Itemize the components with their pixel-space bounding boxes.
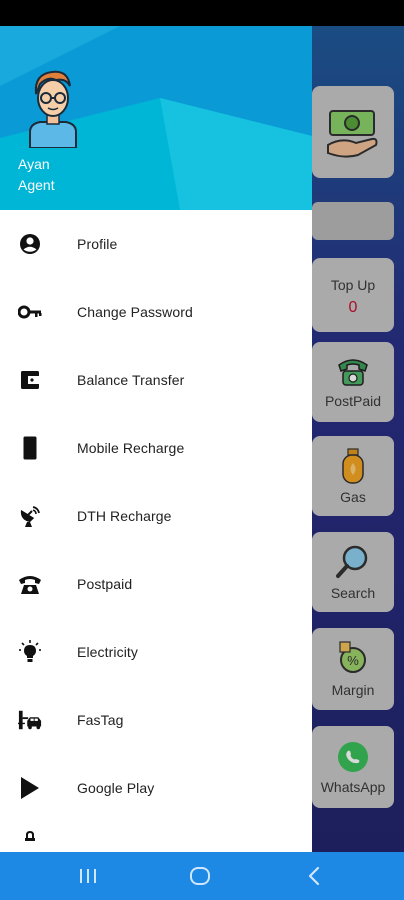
menu-item-dth-recharge[interactable]: DTH Recharge [0,482,312,550]
bg-card-label: Margin [331,682,375,698]
lock-icon [18,824,42,848]
menu-item-postpaid[interactable]: Postpaid [0,550,312,618]
svg-text:%: % [347,653,359,668]
percent-coin-icon: % [339,641,366,673]
bg-card-topup[interactable]: Top Up 0 [312,258,394,332]
menu-item-change-password[interactable]: Change Password [0,278,312,346]
play-icon [18,776,42,800]
bg-card-gas[interactable]: Gas [312,436,394,516]
bg-card-whatsapp[interactable]: WhatsApp [312,726,394,808]
bg-card-money[interactable] [312,86,394,178]
user-role: Agent [18,177,55,193]
recent-apps-icon [80,869,96,883]
drawer-header: Ayan Agent [0,26,312,210]
menu-item-label: Electricity [77,644,138,660]
menu-item-label: FasTag [77,712,124,728]
mobile-phone-icon [18,436,42,460]
wallet-icon [18,368,42,392]
back-icon [308,866,320,886]
bg-card-label: PostPaid [324,393,382,409]
bg-card-postpaid[interactable]: PostPaid [312,342,394,422]
menu-item-label: Postpaid [77,576,133,592]
bg-card-label: Search [330,585,376,601]
whatsapp-icon [338,742,368,772]
telephone-icon [338,359,368,386]
menu-item-label: DTH Recharge [77,508,172,524]
home-icon [190,867,210,885]
user-name: Ayan [18,156,50,172]
menu-item-electricity[interactable]: Electricity [0,618,312,686]
bg-card-search[interactable]: Search [312,532,394,612]
avatar [29,70,77,148]
bg-strip [312,202,394,240]
gas-cylinder-icon [342,448,364,484]
light-bulb-icon [18,640,42,664]
back-button[interactable] [302,864,326,888]
bg-card-label: Gas [340,489,366,505]
bg-card-label: WhatsApp [320,779,386,795]
menu-item-google-play[interactable]: Google Play [0,754,312,822]
menu-item-label: Profile [77,236,118,252]
menu-item-fastag[interactable]: FasTag [0,686,312,754]
menu-item-label: Mobile Recharge [77,440,185,456]
bg-card-value: 0 [348,299,358,316]
bg-card-margin[interactable]: % Margin [312,628,394,710]
menu-item-label: Change Password [77,304,193,320]
account-circle-icon [18,232,42,256]
menu-item-profile[interactable]: Profile [0,210,312,278]
system-nav-bar [0,852,404,900]
key-icon [18,300,42,324]
navigation-drawer: Ayan Agent Profile Change Password Balan… [0,26,312,852]
satellite-dish-icon [18,504,42,528]
money-hand-icon [327,110,378,158]
status-bar [0,0,404,26]
search-icon [336,545,368,578]
recent-apps-button[interactable] [76,864,100,888]
menu-item-balance-transfer[interactable]: Balance Transfer [0,346,312,414]
menu-item-mobile-recharge[interactable]: Mobile Recharge [0,414,312,482]
telephone-icon [18,572,42,596]
drawer-menu: Profile Change Password Balance Transfer… [0,210,312,852]
menu-item-label: Google Play [77,780,155,796]
menu-item-partial[interactable] [0,822,312,852]
menu-item-label: Balance Transfer [77,372,185,388]
toll-car-icon [18,708,42,732]
home-button[interactable] [188,864,212,888]
bg-card-label: Top Up [330,277,376,293]
